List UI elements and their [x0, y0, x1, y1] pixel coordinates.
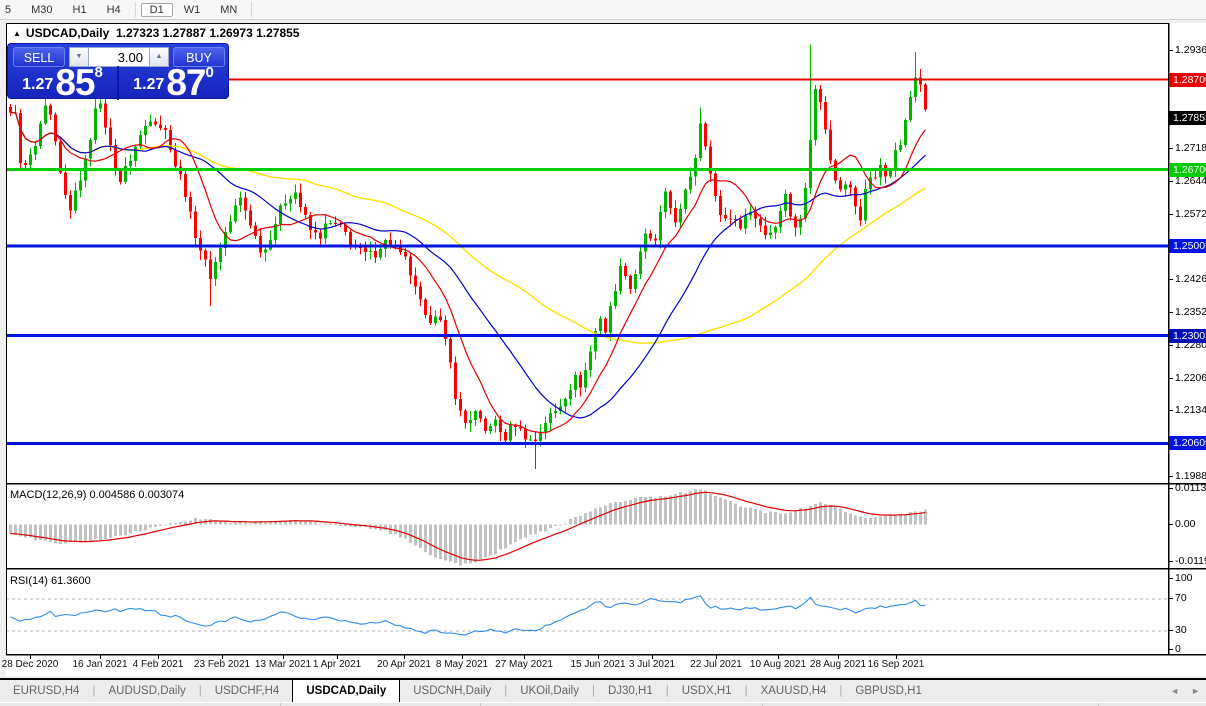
toolbar-separator [134, 2, 136, 17]
timeframe-button-d1[interactable]: D1 [140, 2, 173, 17]
symbol-tabbar: EURUSD,H4 | AUDUSD,Daily | USDCHF,H4 USDCAD,D… [0, 678, 1206, 702]
timeframe-toolbar: 5 M30 H1 H4 D1 W1 MN [0, 0, 1206, 20]
buy-price-prefix: 1.27 [133, 76, 165, 93]
tab-scroll-left-icon[interactable]: ◄ [1170, 686, 1179, 696]
status-strip [0, 702, 1206, 706]
chart-area[interactable] [6, 23, 1206, 676]
timeframe-button-h4[interactable]: H4 [98, 3, 130, 17]
tab-usdcnh[interactable]: USDCNH,Daily [400, 681, 504, 701]
tab-usdcad[interactable]: USDCAD,Daily [292, 678, 401, 702]
sell-price-pipette: 8 [94, 64, 103, 81]
tab-usdchf[interactable]: USDCHF,H4 [202, 681, 293, 701]
tab-scroll-right-icon[interactable]: ► [1191, 686, 1200, 696]
chevron-down-icon: ▼ [75, 53, 83, 60]
timeframe-button-5[interactable]: 5 [0, 3, 20, 17]
tab-usdx[interactable]: USDX,H1 [669, 681, 745, 701]
buy-price[interactable]: 1.27 87 0 [119, 62, 228, 103]
timeframe-button-mn[interactable]: MN [211, 3, 246, 17]
sell-price-prefix: 1.27 [22, 76, 54, 93]
tab-eurusd[interactable]: EURUSD,H4 [0, 681, 92, 701]
tab-xauusd[interactable]: XAUUSD,H4 [748, 681, 840, 701]
buy-price-pipette: 0 [205, 64, 214, 81]
tab-audusd[interactable]: AUDUSD,Daily [95, 681, 198, 701]
buy-price-big: 87 [166, 62, 206, 103]
tab-dj30[interactable]: DJ30,H1 [595, 681, 666, 701]
tab-gbpusd[interactable]: GBPUSD,H1 [842, 681, 934, 701]
timeframe-button-w1[interactable]: W1 [175, 3, 210, 17]
sell-price[interactable]: 1.27 85 8 [8, 62, 117, 103]
sell-price-big: 85 [55, 62, 95, 103]
one-click-trading-panel: SELL ▼ ▲ BUY 1.27 85 8 1.27 87 0 [7, 43, 229, 103]
timeframe-button-m30[interactable]: M30 [22, 3, 61, 17]
toolbar-separator [251, 2, 253, 17]
timeframe-button-h1[interactable]: H1 [64, 3, 96, 17]
tab-ukoil[interactable]: UKOil,Daily [507, 681, 592, 701]
tab-scroll-arrows: ◄ ► [1170, 686, 1200, 696]
chevron-up-icon: ▲ [155, 53, 163, 60]
